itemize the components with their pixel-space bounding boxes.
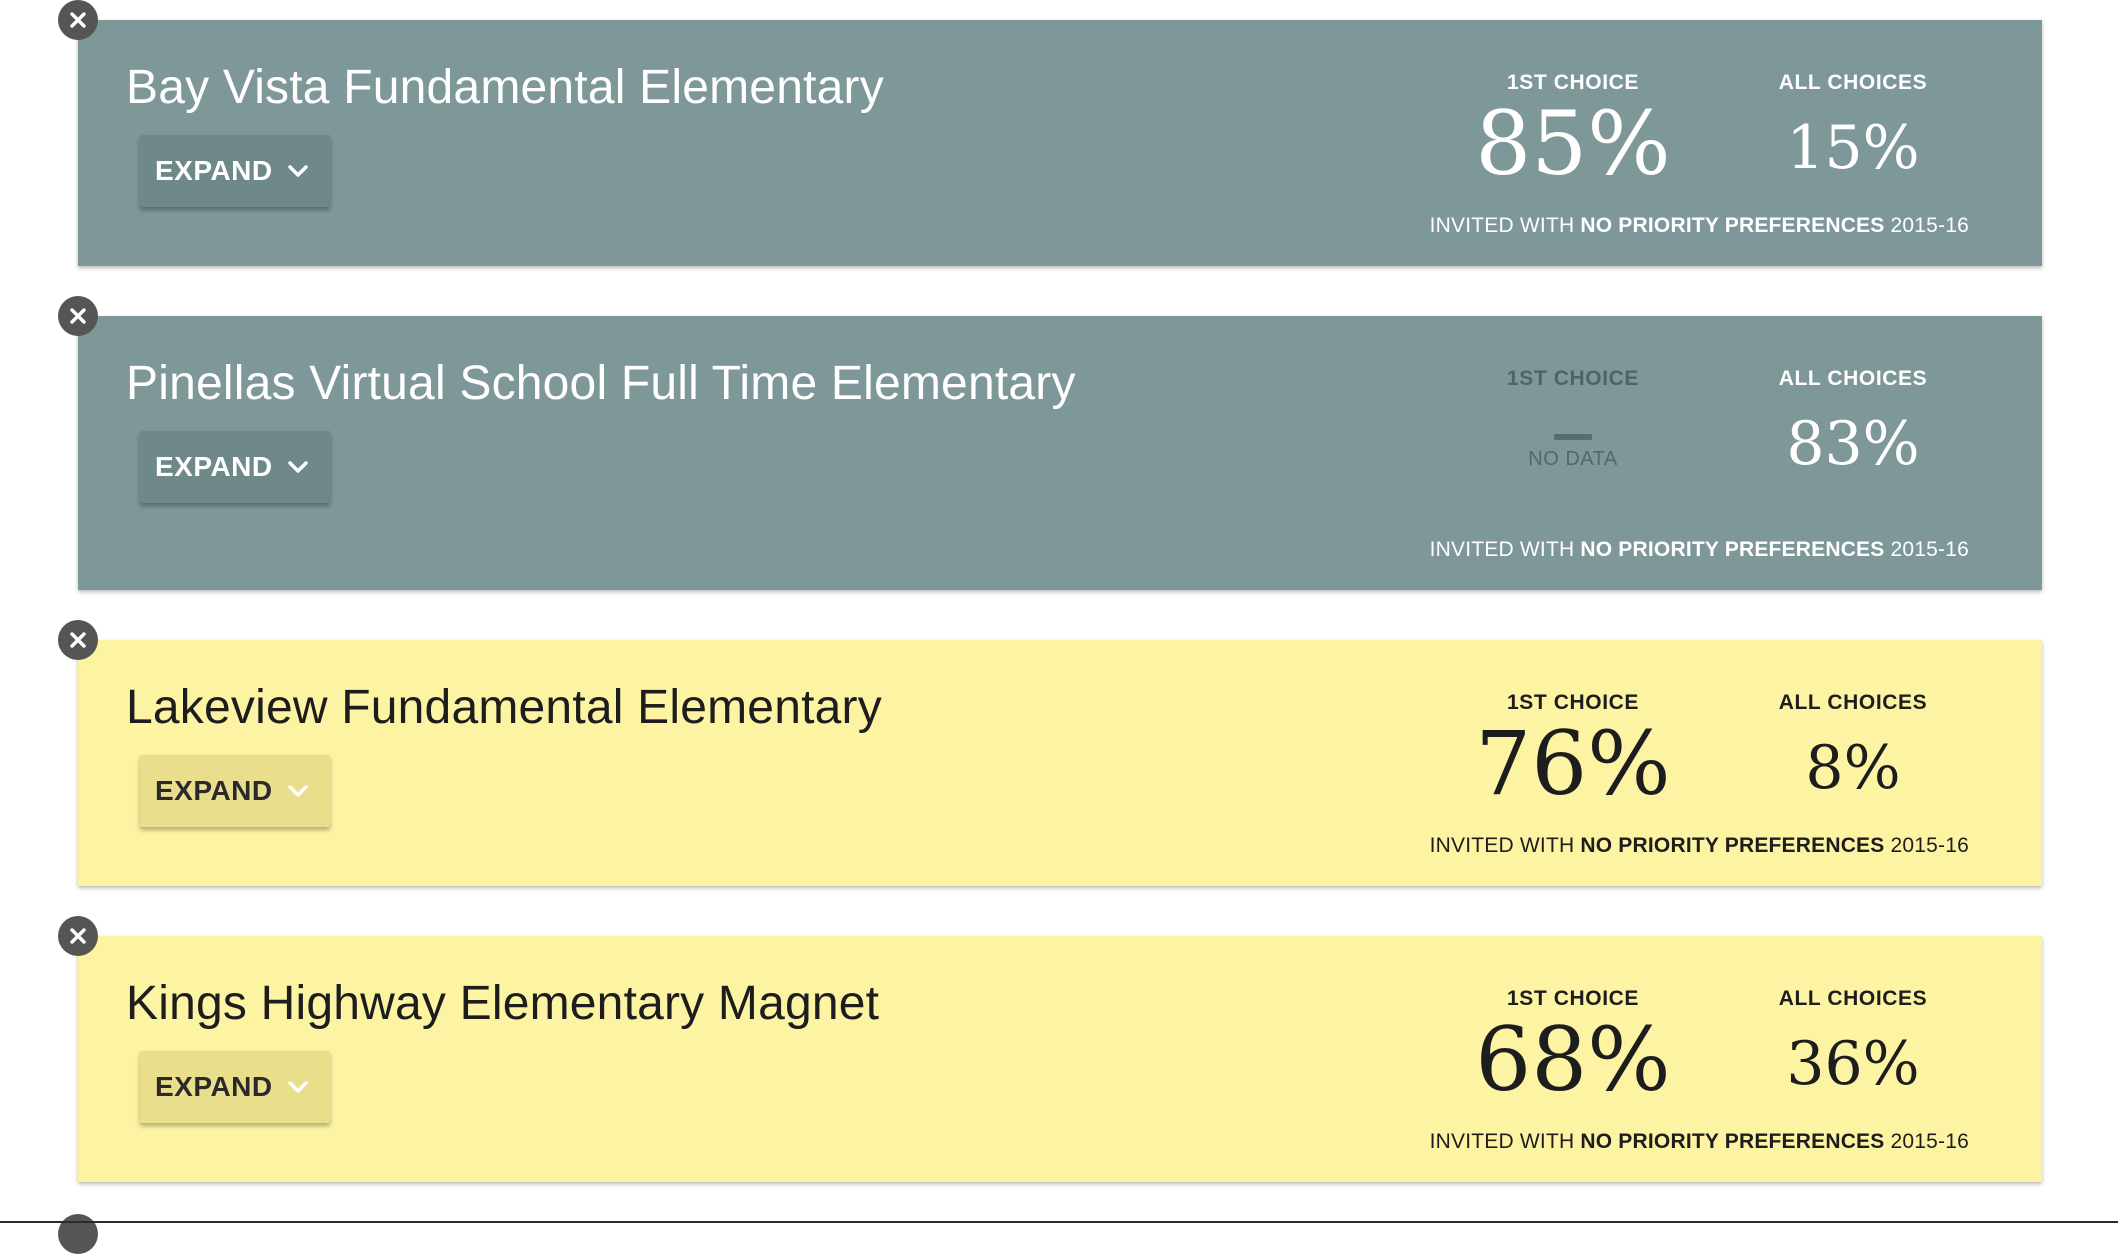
remove-school-button[interactable]: [58, 620, 98, 660]
all-choices-value: 36%: [1786, 1029, 1920, 1099]
school-card-pinellas-virtual: Pinellas Virtual School Full Time Elemen…: [58, 296, 2042, 590]
footnote-suffix: 2015-16: [1884, 1130, 1969, 1153]
footnote-prefix: INVITED WITH: [1429, 214, 1581, 237]
first-choice-stat: 1ST CHOICE 76%: [1453, 690, 1693, 808]
footnote-suffix: 2015-16: [1884, 834, 1969, 857]
invite-footnote: INVITED WITH NO PRIORITY PREFERENCES 201…: [1430, 834, 1969, 858]
all-choices-value: 15%: [1786, 113, 1920, 183]
school-name: Pinellas Virtual School Full Time Elemen…: [126, 357, 1076, 410]
first-choice-value: 76%: [1475, 712, 1671, 815]
invite-footnote: INVITED WITH NO PRIORITY PREFERENCES 201…: [1430, 214, 1969, 238]
first-choice-value: 85%: [1475, 92, 1671, 195]
expand-label: EXPAND: [155, 1071, 273, 1102]
close-icon: [70, 928, 86, 944]
all-choices-label: ALL CHOICES: [1778, 691, 1928, 714]
footnote-suffix: 2015-16: [1884, 214, 1969, 237]
footnote-bold: NO PRIORITY PREFERENCES: [1580, 538, 1885, 561]
all-choices-label: ALL CHOICES: [1778, 367, 1928, 390]
remove-school-button[interactable]: [58, 916, 98, 956]
footnote-bold: NO PRIORITY PREFERENCES: [1580, 834, 1885, 857]
all-choices-stat: ALL CHOICES 36%: [1733, 986, 1973, 1094]
chevron-down-icon: [287, 785, 308, 797]
close-icon: [70, 12, 86, 28]
school-name: Lakeview Fundamental Elementary: [126, 681, 882, 734]
remove-school-button[interactable]: [58, 296, 98, 336]
all-choices-label: ALL CHOICES: [1778, 987, 1928, 1010]
footnote-bold: NO PRIORITY PREFERENCES: [1580, 214, 1885, 237]
footnote-prefix: INVITED WITH: [1429, 1130, 1581, 1153]
invite-footnote: INVITED WITH NO PRIORITY PREFERENCES 201…: [1430, 1130, 1969, 1154]
expand-label: EXPAND: [155, 775, 273, 806]
first-choice-stat: 1ST CHOICE 68%: [1453, 986, 1693, 1104]
expand-label: EXPAND: [155, 451, 273, 482]
bottom-divider: [0, 1221, 2118, 1223]
school-card-kings-highway: Kings Highway Elementary Magnet EXPAND 1…: [58, 916, 2042, 1182]
footnote-prefix: INVITED WITH: [1429, 834, 1581, 857]
expand-button[interactable]: EXPAND: [140, 431, 330, 503]
next-card-close-button-partial[interactable]: [58, 1214, 98, 1254]
close-icon: [70, 632, 86, 648]
all-choices-stat: ALL CHOICES 83%: [1733, 366, 1973, 474]
school-name: Bay Vista Fundamental Elementary: [126, 61, 884, 114]
all-choices-value: 8%: [1805, 733, 1901, 803]
footnote-prefix: INVITED WITH: [1429, 538, 1581, 561]
chevron-down-icon: [287, 461, 308, 473]
expand-label: EXPAND: [155, 155, 273, 186]
footnote-suffix: 2015-16: [1884, 538, 1969, 561]
expand-button[interactable]: EXPAND: [140, 1051, 330, 1123]
no-data-dash: [1554, 434, 1592, 440]
chevron-down-icon: [287, 1081, 308, 1093]
first-choice-stat: 1ST CHOICE 85%: [1453, 70, 1693, 188]
all-choices-label: ALL CHOICES: [1778, 71, 1928, 94]
remove-school-button[interactable]: [58, 0, 98, 40]
invite-footnote: INVITED WITH NO PRIORITY PREFERENCES 201…: [1430, 538, 1969, 562]
no-data-indicator: NO DATA: [1453, 434, 1693, 471]
school-name: Kings Highway Elementary Magnet: [126, 977, 880, 1030]
expand-button[interactable]: EXPAND: [140, 135, 330, 207]
school-card-bay-vista: Bay Vista Fundamental Elementary EXPAND …: [58, 0, 2042, 266]
close-icon: [70, 308, 86, 324]
first-choice-stat: 1ST CHOICE NO DATA: [1453, 366, 1693, 471]
all-choices-stat: ALL CHOICES 8%: [1733, 690, 1973, 798]
first-choice-label: 1ST CHOICE: [1506, 367, 1640, 390]
all-choices-stat: ALL CHOICES 15%: [1733, 70, 1973, 178]
school-card-lakeview: Lakeview Fundamental Elementary EXPAND 1…: [58, 620, 2042, 886]
chevron-down-icon: [287, 165, 308, 177]
first-choice-value: 68%: [1475, 1008, 1671, 1111]
page: { "cards": [ { "school_name": "Bay Vista…: [0, 0, 2118, 1254]
expand-button[interactable]: EXPAND: [140, 755, 330, 827]
no-data-label: NO DATA: [1528, 448, 1618, 470]
footnote-bold: NO PRIORITY PREFERENCES: [1580, 1130, 1885, 1153]
all-choices-value: 83%: [1786, 409, 1920, 479]
